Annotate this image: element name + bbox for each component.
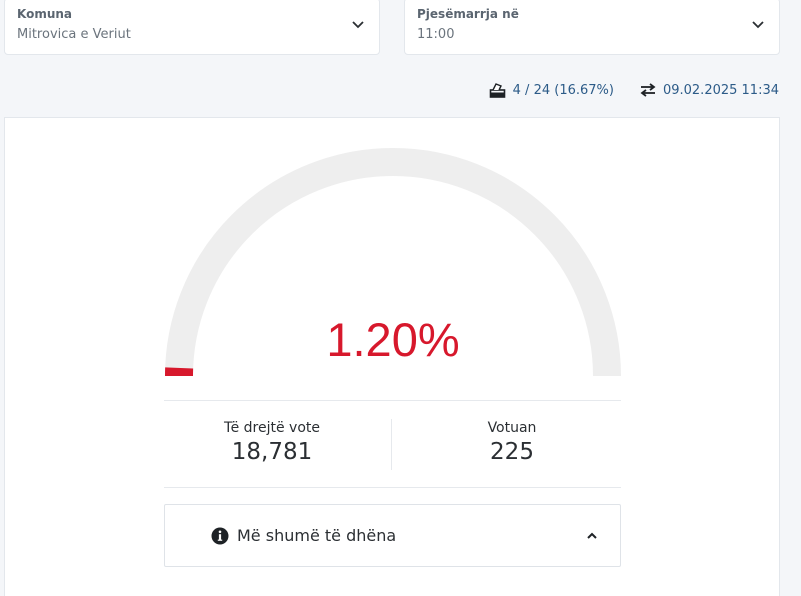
turnout-time-value: 11:00 bbox=[417, 27, 455, 42]
eligible-voters: Të drejtë vote 18,781 bbox=[165, 420, 379, 465]
last-updated-value: 09.02.2025 11:34 bbox=[662, 82, 779, 98]
more-details-label: Më shumë të dhëna bbox=[237, 526, 397, 545]
municipality-label: Komuna bbox=[17, 7, 73, 21]
turnout-time-select[interactable]: Pjesëmarrja në 11:00 bbox=[404, 0, 780, 55]
chevron-down-icon bbox=[352, 21, 364, 29]
divider bbox=[164, 487, 621, 488]
divider bbox=[391, 419, 392, 470]
municipality-select[interactable]: Komuna Mitrovica e Veriut bbox=[4, 0, 380, 55]
turnout-time-label: Pjesëmarrja në bbox=[417, 7, 519, 21]
divider bbox=[164, 400, 621, 401]
ballot-box-icon bbox=[489, 83, 505, 98]
polling-stations-counter: 4 / 24 (16.67%) bbox=[489, 82, 614, 98]
stats-row: 4 / 24 (16.67%) 09.02.2025 11:34 bbox=[489, 80, 779, 100]
last-updated: 09.02.2025 11:34 bbox=[640, 83, 779, 98]
voted-value: 225 bbox=[490, 439, 534, 465]
turnout-percentage: 1.20% bbox=[326, 313, 460, 366]
voted-label: Votuan bbox=[487, 420, 537, 436]
more-details-toggle[interactable]: Më shumë të dhëna bbox=[164, 504, 621, 567]
eligible-voters-label: Të drejtë vote bbox=[224, 420, 320, 436]
voted-count: Votuan 225 bbox=[405, 420, 619, 465]
turnout-card: 1.20% Të drejtë vote 18,781 Votuan 225 M… bbox=[4, 117, 780, 596]
municipality-value: Mitrovica e Veriut bbox=[17, 27, 131, 42]
info-circle-icon bbox=[211, 527, 229, 545]
polling-stations-value: 4 / 24 (16.67%) bbox=[512, 82, 614, 98]
chevron-up-icon bbox=[587, 532, 597, 539]
eligible-voters-value: 18,781 bbox=[231, 439, 313, 465]
chevron-down-icon bbox=[752, 21, 764, 29]
exchange-arrows-icon bbox=[640, 83, 656, 97]
